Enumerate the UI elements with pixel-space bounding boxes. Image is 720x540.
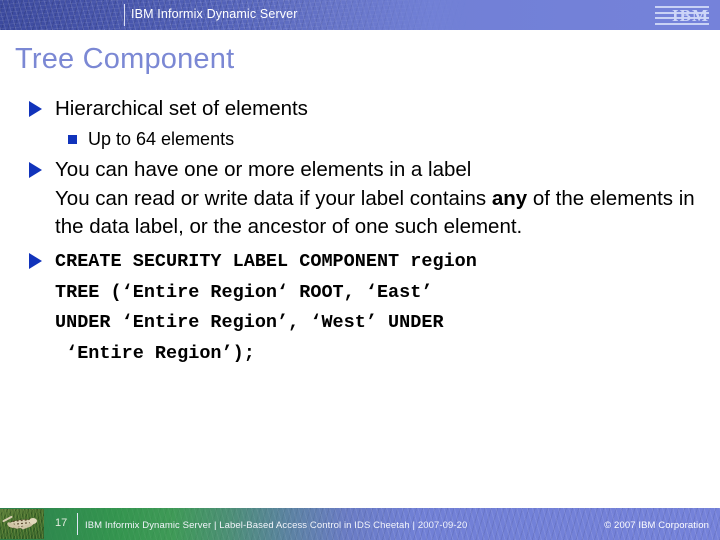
slide-footer: 17 IBM Informix Dynamic Server | Label-B… bbox=[0, 508, 720, 540]
ibm-logo-text: IBM bbox=[672, 6, 709, 25]
code-line: ‘Entire Region’); bbox=[55, 342, 255, 364]
header-brand-label: IBM Informix Dynamic Server bbox=[131, 7, 298, 21]
slide-body: Hierarchical set of elements Up to 64 el… bbox=[0, 96, 720, 369]
triangle-bullet-icon bbox=[29, 162, 42, 178]
triangle-bullet-icon bbox=[29, 101, 42, 117]
footer-divider bbox=[77, 513, 78, 535]
header-divider bbox=[124, 4, 125, 26]
paragraph-lead: You can read or write data if your label… bbox=[55, 187, 492, 210]
bullet-item-level2: Up to 64 elements bbox=[0, 127, 720, 151]
square-bullet-icon bbox=[68, 135, 77, 144]
bullet-item-level1: Hierarchical set of elements bbox=[0, 96, 720, 122]
page-number: 17 bbox=[55, 517, 68, 529]
cheetah-image bbox=[0, 509, 44, 539]
bullet-item-paragraph: You can read or write data if your label… bbox=[0, 185, 720, 241]
copyright-label: © 2007 IBM Corporation bbox=[604, 520, 709, 531]
bullet-label: Hierarchical set of elements bbox=[55, 97, 308, 120]
footer-caption: IBM Informix Dynamic Server | Label-Base… bbox=[85, 520, 468, 531]
bullet-label: You can have one or more elements in a l… bbox=[55, 158, 472, 181]
slide-header: IBM Informix Dynamic Server IBM bbox=[0, 0, 720, 30]
page-title: Tree Component bbox=[15, 43, 235, 75]
code-line: TREE (‘Entire Region‘ ROOT, ‘East’ bbox=[55, 281, 433, 303]
paragraph-emphasis: any bbox=[491, 187, 528, 210]
bullet-item-level1: You can have one or more elements in a l… bbox=[0, 157, 720, 183]
bullet-label: Up to 64 elements bbox=[88, 129, 235, 149]
code-line: UNDER ‘Entire Region’, ‘West’ UNDER bbox=[55, 312, 444, 333]
code-line: CREATE SECURITY LABEL COMPONENT region bbox=[55, 251, 477, 272]
sql-code-block: CREATE SECURITY LABEL COMPONENT region T… bbox=[0, 247, 720, 369]
triangle-bullet-icon bbox=[29, 253, 42, 269]
